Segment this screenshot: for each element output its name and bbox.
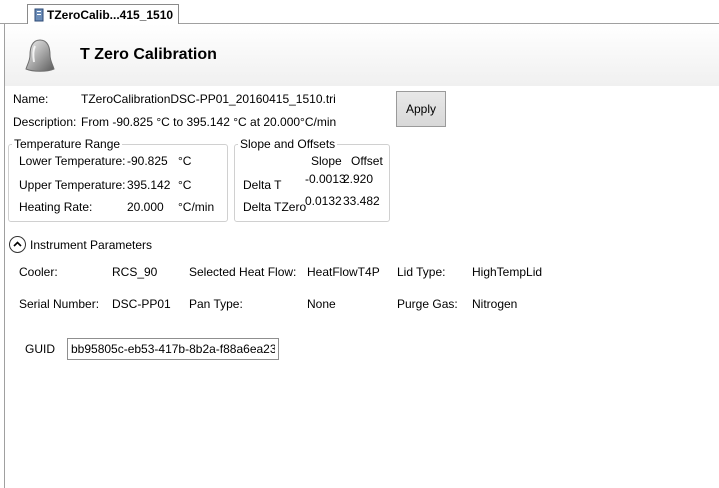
calibration-panel: T Zero Calibration Name: TZeroCalibratio…: [4, 24, 719, 488]
guid-label: GUID: [25, 342, 55, 356]
purge-gas-value: Nitrogen: [472, 297, 518, 311]
pan-type-label: Pan Type:: [189, 297, 243, 311]
tab-label: TZeroCalib...415_1510: [47, 8, 174, 22]
chevron-up-icon: [13, 241, 22, 247]
heating-rate-unit: °C/min: [178, 200, 215, 214]
heating-rate-value: 20.000: [127, 200, 164, 214]
pan-type-value: None: [307, 297, 336, 311]
name-value: TZeroCalibrationDSC-PP01_20160415_1510.t…: [81, 92, 336, 106]
heat-flow-value: HeatFlowT4P: [307, 265, 380, 279]
bell-logo-icon: [23, 38, 57, 74]
name-label: Name:: [13, 92, 49, 106]
delta-tzero-offset: 33.482: [343, 194, 380, 208]
delta-t-offset: 2.920: [343, 172, 374, 186]
heating-rate-label: Heating Rate:: [19, 200, 93, 214]
upper-temperature-label: Upper Temperature:: [19, 178, 126, 192]
upper-temperature-unit: °C: [178, 178, 192, 192]
slope-offsets-title: Slope and Offsets: [238, 137, 338, 151]
heat-flow-label: Selected Heat Flow:: [189, 265, 297, 279]
instrument-parameters-toggle[interactable]: [9, 236, 26, 253]
tab-strip: TZeroCalib...415_1510: [0, 0, 719, 25]
purge-gas-label: Purge Gas:: [397, 297, 458, 311]
temperature-range-title: Temperature Range: [12, 137, 123, 151]
cooler-label: Cooler:: [19, 265, 58, 279]
delta-tzero-slope: 0.0132: [305, 194, 342, 208]
guid-field[interactable]: [67, 338, 279, 360]
tab-document[interactable]: TZeroCalib...415_1510: [27, 4, 179, 25]
lid-type-label: Lid Type:: [397, 265, 446, 279]
serial-number-label: Serial Number:: [19, 297, 100, 311]
delta-t-label: Delta T: [243, 178, 282, 192]
description-label: Description:: [13, 115, 77, 129]
serial-number-value: DSC-PP01: [112, 297, 171, 311]
header-band: T Zero Calibration: [5, 24, 719, 86]
lower-temperature-value: -90.825: [127, 154, 168, 168]
apply-button[interactable]: Apply: [396, 91, 446, 127]
slope-column-header: Slope: [311, 154, 342, 168]
description-value: From -90.825 °C to 395.142 °C at 20.000°…: [81, 115, 337, 129]
delta-tzero-label: Delta TZero: [243, 200, 307, 214]
instrument-parameters-title: Instrument Parameters: [30, 238, 153, 252]
cooler-value: RCS_90: [112, 265, 158, 279]
document-icon: [33, 8, 45, 22]
delta-t-slope: -0.0013: [305, 172, 346, 186]
lower-temperature-label: Lower Temperature:: [19, 154, 126, 168]
lower-temperature-unit: °C: [178, 154, 192, 168]
offset-column-header: Offset: [351, 154, 383, 168]
lid-type-value: HighTempLid: [472, 265, 543, 279]
page-title: T Zero Calibration: [80, 46, 217, 63]
upper-temperature-value: 395.142: [127, 178, 171, 192]
